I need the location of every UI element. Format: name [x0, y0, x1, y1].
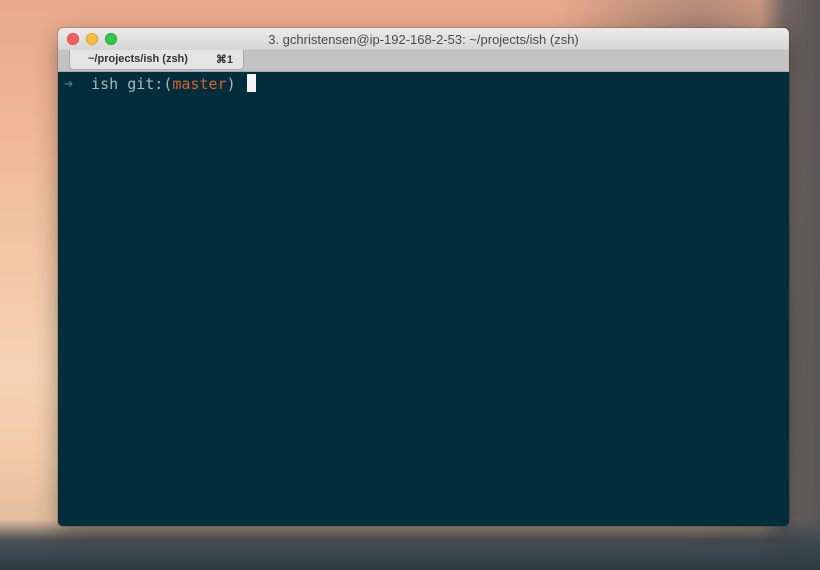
tab-bar: ~/projects/ish (zsh) ⌘1 — [58, 50, 789, 72]
text-cursor — [246, 74, 256, 92]
prompt-arrow-icon: ➜ — [64, 75, 74, 93]
prompt-git-suffix: ) — [226, 75, 236, 93]
tab-label: ~/projects/ish (zsh) — [88, 53, 188, 65]
tab-zsh[interactable]: ~/projects/ish (zsh) ⌘1 — [69, 50, 244, 70]
terminal-window[interactable]: 3. gchristensen@ip-192-168-2-53: ~/proje… — [58, 28, 789, 526]
tab-shortcut: ⌘1 — [215, 54, 233, 66]
window-title: 3. gchristensen@ip-192-168-2-53: ~/proje… — [268, 32, 579, 47]
prompt-line: ➜ ish git:(master) — [64, 74, 256, 94]
prompt-directory: ish — [91, 75, 119, 93]
title-bar[interactable]: 3. gchristensen@ip-192-168-2-53: ~/proje… — [58, 28, 789, 51]
wallpaper-foreground — [0, 520, 820, 570]
prompt-git-branch: master — [172, 75, 227, 93]
terminal-content[interactable]: ➜ ish git:(master) — [58, 72, 789, 526]
prompt-git-prefix: git:( — [127, 75, 173, 93]
